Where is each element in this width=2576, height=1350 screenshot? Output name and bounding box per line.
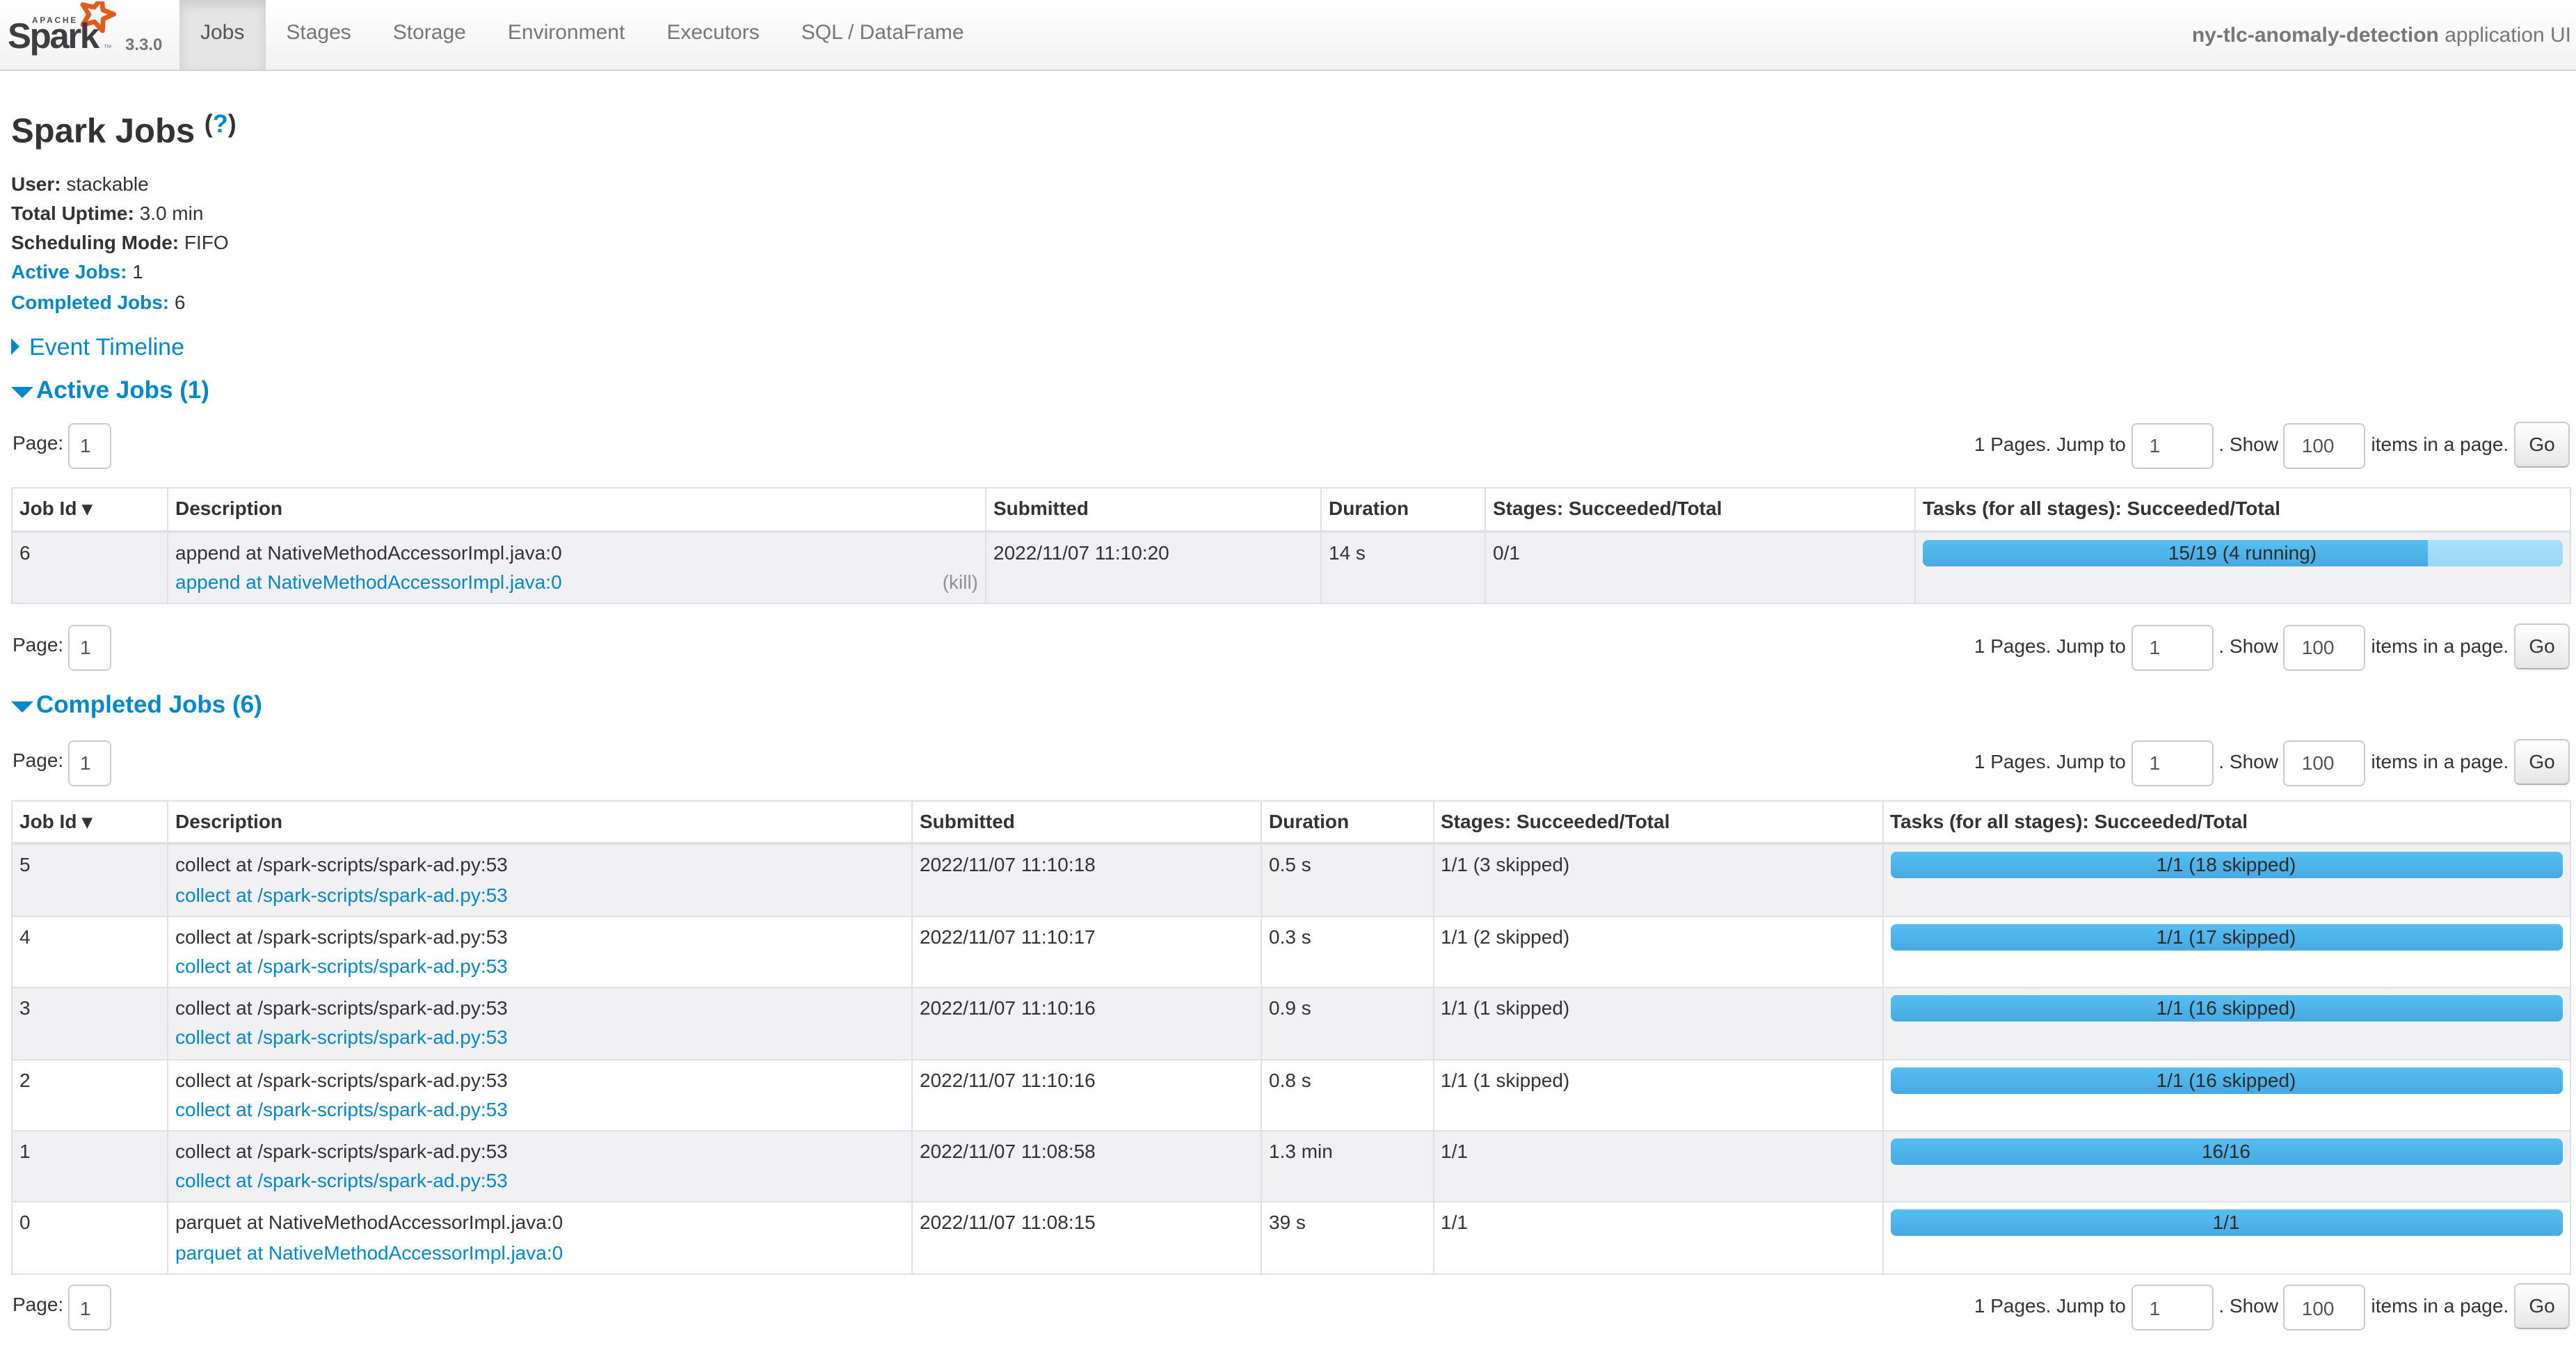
svg-text:Spark: Spark — [8, 16, 100, 56]
svg-text:TM: TM — [104, 43, 111, 49]
